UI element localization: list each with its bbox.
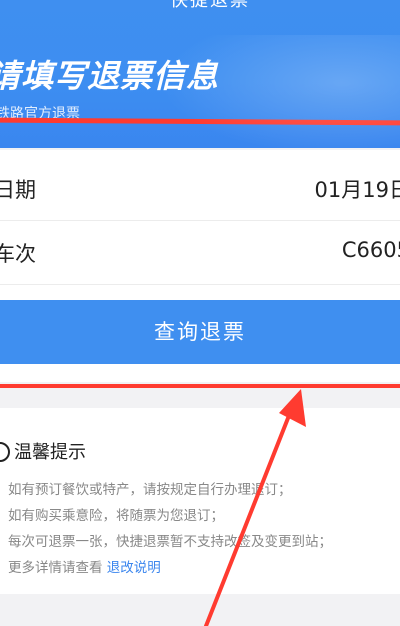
header-banner: 快捷退票 请填写退票信息 铁路官方退票 — [0, 0, 400, 148]
tips-title: 温馨提示 — [14, 442, 86, 463]
tip-line-4-prefix: 更多详情请查看 — [8, 560, 103, 576]
date-row[interactable]: 日期 01月19日 — [0, 158, 400, 221]
train-value: C6605 — [341, 238, 400, 262]
date-value: 01月19日 — [314, 178, 400, 202]
nav-title: 快捷退票 — [170, 0, 250, 11]
tip-line-4: 更多详情请查看 退改说明 — [8, 556, 161, 576]
date-label: 日期 — [0, 178, 36, 202]
annotation-red-line-bottom — [0, 384, 400, 388]
tips-section: 温馨提示 如有预订餐饮或特产，请按规定自行办理退订； 如有购买乘意险，将随票为您… — [0, 408, 400, 594]
annotation-red-line-top — [0, 117, 400, 126]
tip-line-1: 如有预订餐饮或特产，请按规定自行办理退订； — [8, 482, 292, 498]
info-icon — [0, 442, 10, 462]
train-label: 车次 — [0, 242, 36, 266]
tip-line-2: 如有购买乘意险，将随票为您退订； — [8, 508, 224, 524]
page-title: 请填写退票信息 — [0, 57, 220, 95]
tip-line-3: 每次可退票一张，快捷退票暂不支持改签及变更到站； — [8, 534, 332, 550]
train-row[interactable]: 车次 C6605 — [0, 222, 400, 285]
refund-rules-link[interactable]: 退改说明 — [107, 560, 161, 576]
query-refund-button[interactable]: 查询退票 — [0, 300, 400, 364]
